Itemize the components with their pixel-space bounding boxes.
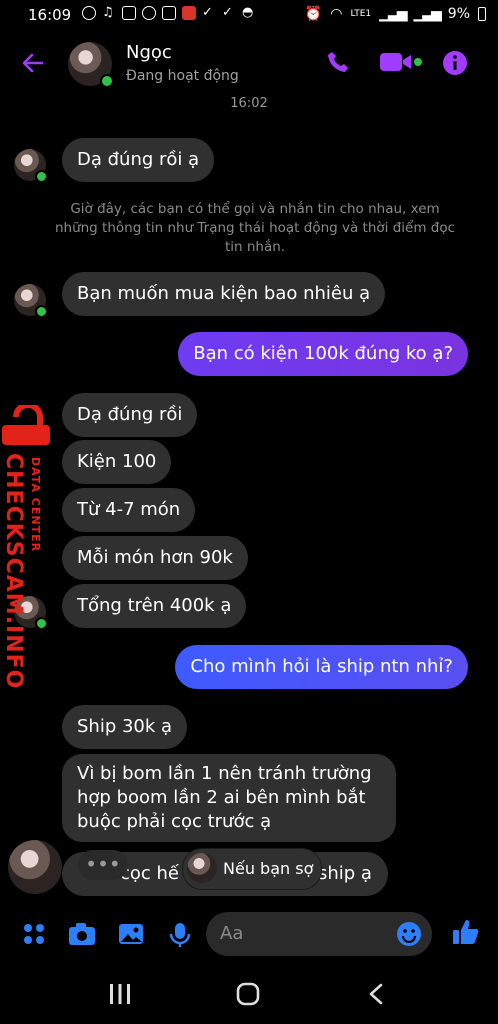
network-label: LTE1 xyxy=(350,9,372,19)
online-indicator xyxy=(100,74,114,88)
recent-apps-icon[interactable] xyxy=(108,983,132,1009)
message-bubble-sent[interactable]: Cho mình hỏi là ship ntn nhỉ? xyxy=(175,645,468,689)
message-bubble[interactable]: Kiện 100 xyxy=(62,440,172,484)
contact-status: Đang hoạt động xyxy=(126,68,239,84)
online-indicator xyxy=(35,305,48,318)
status-bar: 16:09 ♫ ✓ ✓ ◓ ⏰ ◠ LTE1 ▁▃▅ ▁▃▅ 9% xyxy=(0,0,498,30)
status-time: 16:09 xyxy=(28,6,72,24)
sender-avatar[interactable] xyxy=(14,284,48,318)
message-bubble-sent[interactable]: Bạn có kiện 100k đúng ko ạ? xyxy=(178,332,468,376)
phone-call-icon[interactable] xyxy=(326,50,350,78)
status-right: ⏰ ◠ LTE1 ▁▃▅ ▁▃▅ 9% xyxy=(305,6,486,22)
alarm-icon: ⏰ xyxy=(304,6,323,22)
typing-preview[interactable]: Nếu bạn sợ xyxy=(182,848,322,890)
check-icon-2: ✓ xyxy=(222,5,233,20)
incognito-icon: ◓ xyxy=(242,5,254,20)
message-input[interactable]: Aa xyxy=(206,912,432,956)
message-input-placeholder: Aa xyxy=(220,923,244,944)
message-line: hợp boom lần 2 ai bên mình bắt xyxy=(77,787,366,808)
typing-avatar xyxy=(187,853,217,883)
watermark: DATA CENTER CHECKSCAM.INFO xyxy=(0,402,60,689)
message-fragment: ship ạ xyxy=(318,863,372,884)
gallery-icon xyxy=(162,6,176,20)
watermark-top: DATA CENTER xyxy=(29,457,42,553)
online-indicator xyxy=(35,170,48,183)
message-bubble[interactable]: Từ 4-7 món xyxy=(62,488,196,532)
message-fragment: cọc hế xyxy=(120,863,180,884)
microphone-icon[interactable] xyxy=(168,922,192,954)
message-bubble[interactable]: Bạn muốn mua kiện bao nhiêu ạ xyxy=(62,272,386,316)
home-icon[interactable] xyxy=(236,982,260,1010)
gallery-icon[interactable] xyxy=(118,922,144,952)
video-online-dot xyxy=(414,58,422,66)
message-bubble[interactable]: Ship 30k ạ xyxy=(62,705,188,749)
message-line: Vì bị bom lần 1 nên tránh trường xyxy=(77,763,372,784)
signal-icon-2: ▁▃▅ xyxy=(413,6,441,22)
info-icon[interactable] xyxy=(442,50,468,80)
app-icon xyxy=(122,6,136,20)
messenger-icon xyxy=(82,6,96,20)
message-bubble-multiline[interactable]: Vì bị bom lần 1 nên tránh trường hợp boo… xyxy=(62,754,396,842)
wifi-icon: ◠ xyxy=(330,6,343,22)
check-icon: ✓ xyxy=(202,5,213,20)
camera-icon[interactable] xyxy=(68,922,96,952)
like-thumbs-up-icon[interactable] xyxy=(452,918,480,952)
typing-indicator-icon: ••• xyxy=(78,850,128,880)
music-icon: ♫ xyxy=(102,5,114,20)
menu-dots-icon[interactable] xyxy=(22,922,46,952)
conversation-timestamp: 16:02 xyxy=(230,96,268,111)
back-arrow-icon[interactable] xyxy=(20,50,46,81)
back-nav-icon[interactable] xyxy=(368,983,384,1009)
message-bubble[interactable]: Mỗi món hơn 90k xyxy=(62,536,248,580)
typing-preview-text: Nếu bạn sợ xyxy=(223,859,314,878)
message-line: buộc phải cọc trước ạ xyxy=(77,811,272,832)
messenger-icon-2 xyxy=(142,6,156,20)
notification-icons: ♫ ✓ ✓ ◓ xyxy=(82,6,256,20)
app-red-icon xyxy=(182,6,196,20)
composer-bar: Aa xyxy=(0,910,498,960)
message-bubble[interactable]: Tổng trên 400k ạ xyxy=(62,584,247,628)
video-call-icon[interactable] xyxy=(380,50,414,78)
message-bubble[interactable]: Dạ đúng rồi ạ xyxy=(62,138,215,182)
battery-icon xyxy=(478,7,486,21)
emoji-icon[interactable] xyxy=(396,921,422,951)
system-nav-bar xyxy=(0,970,498,1024)
signal-icon: ▁▃▅ xyxy=(379,6,407,22)
message-bubble[interactable]: Dạ đúng rồi xyxy=(62,393,198,437)
contact-name[interactable]: Ngọc xyxy=(126,42,172,63)
battery-label: 9% xyxy=(447,6,470,22)
chat-head-avatar[interactable] xyxy=(8,840,62,894)
watermark-main: CHECKSCAM.INFO xyxy=(1,453,26,690)
sender-avatar[interactable] xyxy=(14,149,48,183)
system-note: Giờ đây, các bạn có thể gọi và nhắn tin … xyxy=(54,201,456,255)
chat-header: Ngọc Đang hoạt động xyxy=(0,30,498,98)
